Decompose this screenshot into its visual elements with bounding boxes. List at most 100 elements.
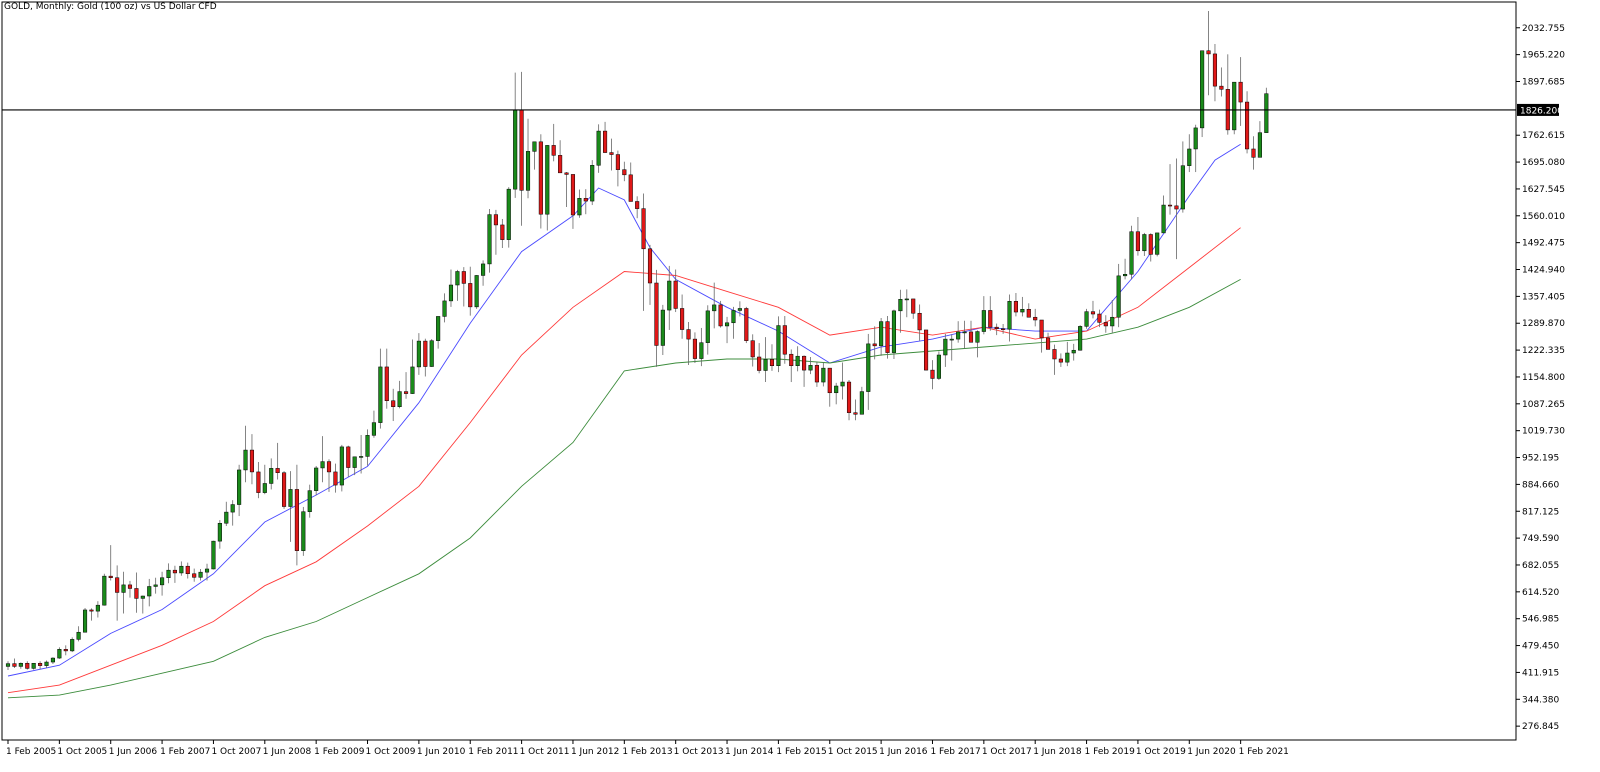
candle bbox=[121, 571, 126, 614]
y-tick-label: 1897.685 bbox=[1522, 77, 1565, 87]
candle-body bbox=[38, 662, 43, 666]
candle-body bbox=[1123, 274, 1128, 277]
candle-body bbox=[429, 340, 434, 367]
candle-body bbox=[160, 577, 165, 586]
candle bbox=[5, 661, 11, 670]
candle-body bbox=[930, 369, 935, 379]
candle bbox=[1013, 292, 1018, 317]
candle-body bbox=[782, 325, 787, 355]
candle bbox=[603, 121, 608, 153]
x-tick-label: 1 Oct 2017 bbox=[982, 747, 1032, 757]
candle-body bbox=[391, 400, 396, 407]
x-tick-label: 1 Oct 2005 bbox=[57, 747, 107, 757]
candle bbox=[38, 661, 43, 670]
moving-average-mid bbox=[7, 227, 1241, 694]
candle-body bbox=[776, 325, 781, 366]
candle bbox=[1174, 158, 1179, 260]
candle-body bbox=[282, 472, 287, 507]
candle-body bbox=[5, 663, 11, 667]
candle bbox=[410, 339, 415, 394]
candle-body bbox=[172, 569, 177, 574]
x-tick-label: 1 Jun 2012 bbox=[571, 747, 619, 757]
candle-body bbox=[339, 446, 344, 486]
candle bbox=[763, 337, 768, 383]
candle-body bbox=[647, 248, 653, 284]
candle-body bbox=[1020, 309, 1025, 313]
candle-body bbox=[757, 356, 762, 371]
candle bbox=[237, 464, 242, 517]
candle bbox=[718, 300, 723, 328]
candle-body bbox=[403, 391, 409, 394]
candle-body bbox=[981, 310, 986, 332]
candle bbox=[262, 464, 267, 495]
candle-body bbox=[1174, 205, 1179, 210]
candle bbox=[423, 338, 428, 377]
candle-body bbox=[262, 483, 267, 493]
candle bbox=[346, 445, 351, 477]
candle-body bbox=[1001, 328, 1006, 330]
candle-body bbox=[1155, 232, 1160, 255]
candle-body bbox=[769, 359, 775, 366]
candle bbox=[294, 464, 299, 566]
candle bbox=[1193, 124, 1198, 173]
candle-body bbox=[1167, 204, 1173, 207]
y-tick-label: 411.915 bbox=[1522, 668, 1559, 678]
candle bbox=[378, 348, 383, 429]
candle bbox=[936, 351, 941, 381]
candle bbox=[1084, 308, 1089, 329]
candle-body bbox=[423, 340, 428, 367]
candle-body bbox=[596, 130, 601, 166]
candle bbox=[1090, 300, 1096, 319]
candle bbox=[1161, 195, 1166, 234]
candle bbox=[808, 356, 813, 375]
candle bbox=[359, 434, 364, 474]
candle bbox=[962, 320, 967, 349]
candle-body bbox=[249, 449, 255, 473]
candle-body bbox=[89, 609, 94, 612]
candle bbox=[949, 334, 954, 361]
candle-body bbox=[57, 649, 62, 659]
candle bbox=[924, 329, 929, 371]
candlestick-chart[interactable]: 1826.200 2032.755 1965.220 1897.685 1762.61… bbox=[0, 0, 1600, 767]
candle-body bbox=[968, 331, 974, 343]
candle bbox=[1052, 344, 1057, 375]
candle-body bbox=[1148, 234, 1153, 255]
candle bbox=[307, 484, 312, 518]
candle-body bbox=[487, 214, 492, 265]
candle-body bbox=[301, 511, 306, 551]
candle-body bbox=[50, 657, 55, 663]
candle bbox=[1110, 300, 1115, 333]
candle bbox=[147, 578, 152, 607]
candle-body bbox=[1212, 53, 1218, 87]
candle-body bbox=[924, 329, 929, 371]
candle bbox=[853, 399, 858, 421]
candle-body bbox=[538, 141, 543, 215]
candle-body bbox=[474, 275, 479, 308]
candle-body bbox=[500, 224, 505, 240]
candle bbox=[590, 160, 595, 206]
candle bbox=[1155, 232, 1160, 257]
candle bbox=[525, 118, 531, 199]
candle-body bbox=[1238, 81, 1243, 103]
candle-body bbox=[731, 310, 736, 324]
candle bbox=[1129, 225, 1134, 280]
current-price-line: 1826.200 bbox=[2, 103, 1563, 116]
candle bbox=[198, 568, 203, 581]
candle-body bbox=[699, 342, 704, 359]
candle-body bbox=[217, 522, 222, 542]
candle bbox=[1103, 315, 1108, 333]
candle-body bbox=[115, 577, 120, 593]
candle-body bbox=[275, 468, 280, 473]
candle bbox=[891, 309, 897, 359]
candle-body bbox=[442, 300, 447, 317]
candle bbox=[757, 343, 762, 374]
candle-body bbox=[333, 471, 338, 486]
candle-body bbox=[904, 298, 909, 301]
y-tick-label: 1627.545 bbox=[1522, 185, 1565, 195]
x-tick-label: 1 Oct 2007 bbox=[211, 747, 261, 757]
candle-body bbox=[256, 471, 261, 493]
candle-body bbox=[570, 174, 576, 216]
candle-body bbox=[564, 172, 569, 175]
candle bbox=[814, 362, 819, 387]
candle-body bbox=[885, 321, 890, 353]
